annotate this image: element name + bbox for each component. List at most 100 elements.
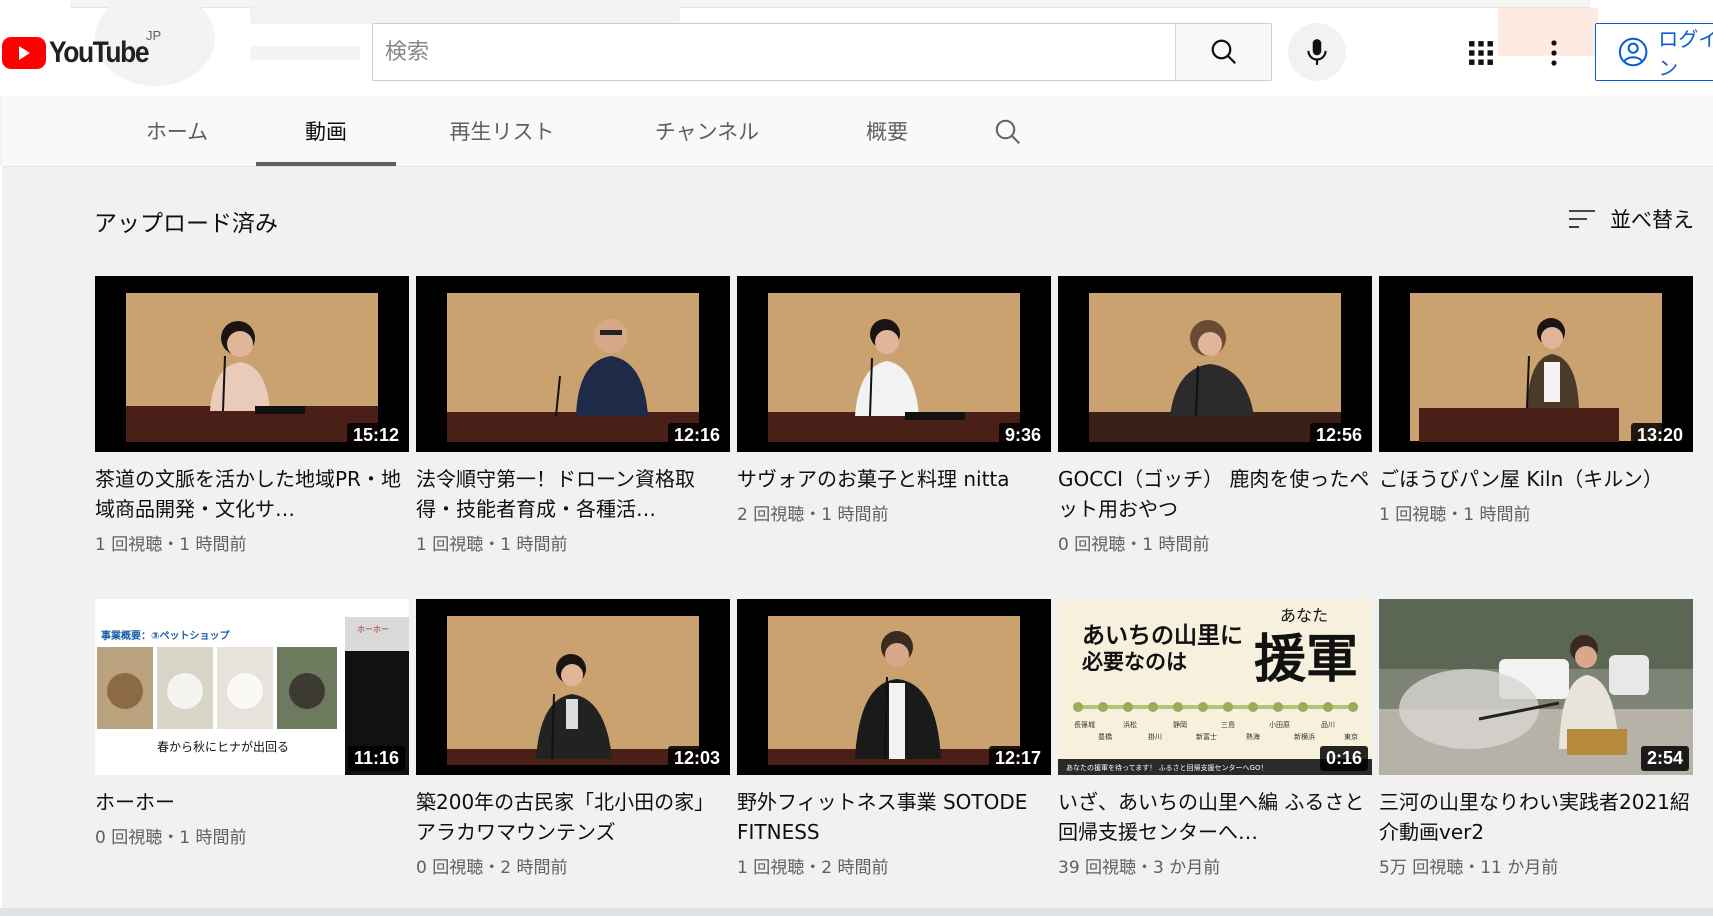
video-title[interactable]: 茶道の文脈を活かした地域PR・地域商品開発・文化サ… [95,464,409,524]
slide-corner-label: ホーホー [357,625,389,634]
faded-channel-handle [250,46,360,60]
video-card[interactable]: 15:12 茶道の文脈を活かした地域PR・地域商品開発・文化サ… 1 回視聴・1… [95,276,409,555]
settings-more-button[interactable] [1542,38,1566,68]
search-input[interactable] [373,24,1175,80]
content-left-edge [0,166,2,916]
video-duration: 12:56 [1309,423,1368,448]
video-duration: 12:03 [667,746,726,771]
tab-about[interactable]: 概要 [832,96,942,166]
thumb-line2: 必要なのは [1082,649,1187,674]
account-circle-icon [1618,37,1648,67]
video-thumbnail[interactable]: 2:54 [1379,599,1693,775]
video-title[interactable]: サヴォアのお菓子と料理 nitta [737,464,1051,494]
video-card[interactable]: 13:20 ごほうびパン屋 Kiln（キルン） 1 回視聴・1 時間前 [1379,276,1693,525]
tab-playlists[interactable]: 再生リスト [422,96,582,166]
channel-tabs: ホーム 動画 再生リスト チャンネル 概要 [2,96,1713,167]
video-meta: 0 回視聴・1 時間前 [95,828,247,848]
vertical-dots-icon [1551,40,1557,66]
video-duration: 11:16 [347,746,405,771]
video-thumbnail[interactable]: 事業概要：③ペットショップ 春から秋にヒナが出回る ホーホー 11:16 [95,599,409,775]
video-card[interactable]: 2:54 三河の山里なりわい実践者2021紹介動画ver2 5万 回視聴・11 … [1379,599,1693,878]
youtube-play-icon [2,37,46,69]
signin-label: ログイン [1658,27,1713,80]
video-meta: 39 回視聴・3 か月前 [1058,858,1221,878]
thumb-footer-text: あなたの援軍を待ってます！ ふるさと回帰支援センターへGO！ [1066,763,1267,772]
video-thumbnail[interactable]: あいちの山里に 必要なのは あなた 援軍 長篠城 豊橋 浜松 掛川 静岡 新富士… [1058,599,1372,775]
sort-icon [1569,210,1595,228]
video-thumbnail[interactable]: 12:16 [416,276,730,452]
video-meta: 0 回視聴・2 時間前 [416,858,568,878]
station-label: 熱海 [1246,732,1260,741]
video-card[interactable]: 事業概要：③ペットショップ 春から秋にヒナが出回る ホーホー 11:16 ホーホ… [95,599,409,848]
video-meta: 0 回視聴・1 時間前 [1058,535,1210,555]
video-thumbnail[interactable]: 15:12 [95,276,409,452]
video-card[interactable]: 9:36 サヴォアのお菓子と料理 nitta 2 回視聴・1 時間前 [737,276,1051,525]
video-card[interactable]: 12:16 法令順守第一！ドローン資格取得・技能者育成・各種活… 1 回視聴・1… [416,276,730,555]
tab-videos[interactable]: 動画 [256,96,396,166]
video-card[interactable]: あいちの山里に 必要なのは あなた 援軍 長篠城 豊橋 浜松 掛川 静岡 新富士… [1058,599,1372,878]
sort-button[interactable]: 並べ替え [1568,204,1694,234]
station-label: 豊橋 [1098,732,1112,741]
video-meta: 1 回視聴・1 時間前 [416,535,568,555]
video-duration: 15:12 [346,423,405,448]
video-meta: 5万 回視聴・11 か月前 [1379,858,1559,878]
video-title[interactable]: GOCCI（ゴッチ） 鹿肉を使ったペット用おやつ [1058,464,1372,524]
apps-grid-icon [1469,41,1493,65]
window-bottom-strip [0,908,1713,916]
search-button[interactable] [1175,24,1271,80]
station-label: 小田原 [1269,720,1290,729]
video-title[interactable]: 法令順守第一！ドローン資格取得・技能者育成・各種活… [416,464,730,524]
video-thumbnail[interactable]: 12:17 [737,599,1051,775]
video-duration: 0:16 [1319,746,1368,771]
search-box [372,23,1272,81]
region-code: JP [146,28,162,43]
tab-home[interactable]: ホーム [112,96,242,166]
video-thumbnail[interactable]: 9:36 [737,276,1051,452]
video-duration: 12:17 [988,746,1047,771]
youtube-logo[interactable]: YouTube JP [2,28,162,70]
tab-about-label: 概要 [866,120,908,144]
thumb-line1: あいちの山里に [1082,622,1243,649]
video-title[interactable]: ホーホー [95,787,409,817]
slide-caption: 春から秋にヒナが出回る [157,739,289,754]
channel-search-button[interactable] [992,116,1024,148]
station-label: 新富士 [1196,732,1217,741]
video-title[interactable]: 三河の山里なりわい実践者2021紹介動画ver2 [1379,787,1693,847]
station-label: 東京 [1344,732,1358,741]
signin-button[interactable]: ログイン [1595,23,1713,81]
station-label: 新横浜 [1294,732,1315,741]
video-thumbnail[interactable]: 13:20 [1379,276,1693,452]
microphone-icon [1307,39,1327,65]
station-label: 静岡 [1173,720,1187,729]
search-icon [995,119,1020,144]
station-label: 掛川 [1148,732,1162,741]
tab-playlists-label: 再生リスト [449,120,555,144]
video-title[interactable]: ごほうびパン屋 Kiln（キルン） [1379,464,1693,494]
video-card[interactable]: 12:17 野外フィットネス事業 SOTODE FITNESS 1 回視聴・2 … [737,599,1051,878]
video-card[interactable]: 12:03 築200年の古民家「北小田の家」アラカワマウンテンズ 0 回視聴・2… [416,599,730,878]
video-duration: 12:16 [667,423,726,448]
video-duration: 2:54 [1640,746,1689,771]
video-title[interactable]: 野外フィットネス事業 SOTODE FITNESS [737,787,1051,847]
video-thumbnail[interactable]: 12:03 [416,599,730,775]
thumb-ruby: あなた [1280,606,1328,625]
youtube-wordmark: YouTube [49,36,150,69]
station-label: 品川 [1321,721,1335,729]
video-meta: 1 回視聴・1 時間前 [95,535,247,555]
station-label: 長篠城 [1074,720,1095,729]
apps-grid-button[interactable] [1466,38,1496,68]
video-meta: 1 回視聴・2 時間前 [737,858,889,878]
video-duration: 9:36 [998,423,1047,448]
video-title[interactable]: いざ、あいちの山里へ編 ふるさと回帰支援センターへ… [1058,787,1372,847]
video-card[interactable]: 12:56 GOCCI（ゴッチ） 鹿肉を使ったペット用おやつ 0 回視聴・1 時… [1058,276,1372,555]
tab-channels-label: チャンネル [654,120,760,144]
voice-search-button[interactable] [1288,23,1346,81]
video-title[interactable]: 築200年の古民家「北小田の家」アラカワマウンテンズ [416,787,730,847]
video-meta: 2 回視聴・1 時間前 [737,505,889,525]
faded-channel-name [250,6,680,24]
tab-channels[interactable]: チャンネル [632,96,782,166]
search-icon [1211,39,1236,65]
masthead: YouTube JP ログイン [0,0,1713,96]
station-label: 浜松 [1123,720,1137,729]
video-thumbnail[interactable]: 12:56 [1058,276,1372,452]
